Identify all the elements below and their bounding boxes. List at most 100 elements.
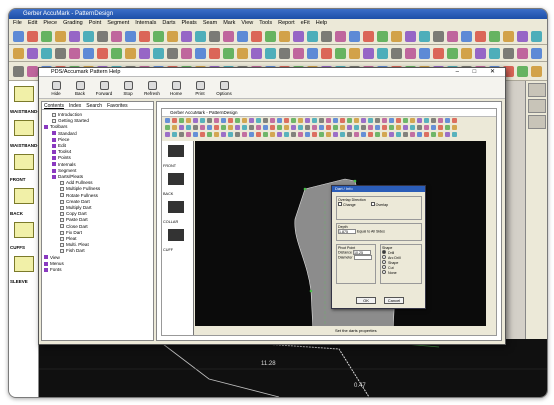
inner-toolbar-icon[interactable] xyxy=(410,132,415,137)
inner-toolbar-icon[interactable] xyxy=(263,125,268,130)
toolbar-icon[interactable] xyxy=(55,47,66,59)
inner-toolbar-icon[interactable] xyxy=(263,132,268,137)
inner-toolbar-icon[interactable] xyxy=(291,125,296,130)
toolbar-icon[interactable] xyxy=(503,47,514,59)
toolbar-icon[interactable] xyxy=(237,47,248,59)
toolbar-icon[interactable] xyxy=(293,47,304,59)
inner-toolbar-icon[interactable] xyxy=(172,125,177,130)
inner-toolbar-icon[interactable] xyxy=(179,118,184,123)
toolbar-icon[interactable] xyxy=(69,30,80,42)
menu-item[interactable]: Tools xyxy=(259,20,272,26)
refresh-button[interactable]: Refresh xyxy=(141,81,163,96)
inner-toolbar-icon[interactable] xyxy=(256,125,261,130)
toolbar-icon[interactable] xyxy=(69,47,80,59)
inner-toolbar-icon[interactable] xyxy=(319,118,324,123)
inner-toolbar-icon[interactable] xyxy=(284,125,289,130)
inner-toolbar-icon[interactable] xyxy=(305,125,310,130)
inner-toolbar-icon[interactable] xyxy=(410,125,415,130)
inner-toolbar-icon[interactable] xyxy=(396,125,401,130)
inner-toolbar-icon[interactable] xyxy=(452,132,457,137)
toolbar-icon[interactable] xyxy=(531,47,542,59)
toolbar-icon[interactable] xyxy=(111,30,122,42)
toolbar-icon[interactable] xyxy=(181,47,192,59)
inner-toolbar-icon[interactable] xyxy=(333,125,338,130)
depth-field[interactable]: 1.875 xyxy=(338,229,356,234)
piece-thumbnail[interactable]: BACK xyxy=(10,185,38,217)
inner-toolbar-icon[interactable] xyxy=(200,132,205,137)
inner-toolbar-icon[interactable] xyxy=(305,132,310,137)
toolbar-icon[interactable] xyxy=(83,47,94,59)
inner-toolbar-icon[interactable] xyxy=(249,132,254,137)
tab-contents[interactable]: Contents xyxy=(44,103,64,109)
toolbar-icon[interactable] xyxy=(223,47,234,59)
inner-toolbar-icon[interactable] xyxy=(298,118,303,123)
toolbar-icon[interactable] xyxy=(461,30,472,42)
toolbar-icon[interactable] xyxy=(503,30,514,42)
inner-toolbar-icon[interactable] xyxy=(424,125,429,130)
inner-toolbar-icon[interactable] xyxy=(270,125,275,130)
inner-toolbar-icon[interactable] xyxy=(354,118,359,123)
menu-item[interactable]: Grading xyxy=(63,20,83,26)
inner-toolbar-icon[interactable] xyxy=(368,118,373,123)
toolbar-icon[interactable] xyxy=(335,30,346,42)
inner-toolbar-icon[interactable] xyxy=(389,132,394,137)
toolbar-icon[interactable] xyxy=(13,47,24,59)
inner-toolbar-icon[interactable] xyxy=(221,132,226,137)
inner-toolbar-icon[interactable] xyxy=(361,132,366,137)
piece-thumbnail[interactable]: WAISTBAND-2 xyxy=(10,117,41,149)
tab-favorites[interactable]: Favorites xyxy=(107,103,128,109)
diameter-field[interactable] xyxy=(353,255,372,260)
inner-toolbar-icon[interactable] xyxy=(242,125,247,130)
toolbar-icon[interactable] xyxy=(153,30,164,42)
toolbar-icon[interactable] xyxy=(153,47,164,59)
toolbar-icon[interactable] xyxy=(237,30,248,42)
inner-toolbar-icon[interactable] xyxy=(340,132,345,137)
inner-toolbar-icon[interactable] xyxy=(382,118,387,123)
toolbar-icon[interactable] xyxy=(461,47,472,59)
toolbar-icon[interactable] xyxy=(335,47,346,59)
toolbar-icon[interactable] xyxy=(279,30,290,42)
inner-toolbar-icon[interactable] xyxy=(312,132,317,137)
toolbar-icon[interactable] xyxy=(195,47,206,59)
inner-toolbar-icon[interactable] xyxy=(382,132,387,137)
inner-toolbar-icon[interactable] xyxy=(242,118,247,123)
toolbar-icon[interactable] xyxy=(321,30,332,42)
inner-toolbar-icon[interactable] xyxy=(403,132,408,137)
inner-toolbar-icon[interactable] xyxy=(284,118,289,123)
inner-toolbar-icon[interactable] xyxy=(200,125,205,130)
inner-toolbar-icon[interactable] xyxy=(228,118,233,123)
inner-toolbar-icon[interactable] xyxy=(445,132,450,137)
toolbar-icon[interactable] xyxy=(349,30,360,42)
toolbar-icon[interactable] xyxy=(279,47,290,59)
inner-toolbar-icon[interactable] xyxy=(382,125,387,130)
inner-toolbar-icon[interactable] xyxy=(228,125,233,130)
inner-toolbar-icon[interactable] xyxy=(326,132,331,137)
inner-toolbar-icon[interactable] xyxy=(207,132,212,137)
inner-toolbar-icon[interactable] xyxy=(396,118,401,123)
inner-toolbar-icon[interactable] xyxy=(235,125,240,130)
toolbar-icon[interactable] xyxy=(293,30,304,42)
inner-toolbar-icon[interactable] xyxy=(452,118,457,123)
inner-toolbar-icon[interactable] xyxy=(340,118,345,123)
toolbar-icon[interactable] xyxy=(13,65,24,77)
toolbar-icon[interactable] xyxy=(405,30,416,42)
toolbar-icon[interactable] xyxy=(265,47,276,59)
inner-toolbar-icon[interactable] xyxy=(396,132,401,137)
toolbar-icon[interactable] xyxy=(223,30,234,42)
inner-toolbar-icon[interactable] xyxy=(277,118,282,123)
inner-toolbar-icon[interactable] xyxy=(431,125,436,130)
inner-toolbar-icon[interactable] xyxy=(193,118,198,123)
inner-toolbar-icon[interactable] xyxy=(179,125,184,130)
toolbar-icon[interactable] xyxy=(517,47,528,59)
toolbar-icon[interactable] xyxy=(475,30,486,42)
toolbar-icon[interactable] xyxy=(363,47,374,59)
back-button[interactable]: Back xyxy=(69,81,91,96)
inner-toolbar-icon[interactable] xyxy=(291,118,296,123)
menu-item[interactable]: Segment xyxy=(107,20,129,26)
inner-toolbar-icon[interactable] xyxy=(438,125,443,130)
toolbar-icon[interactable] xyxy=(307,47,318,59)
toolbar-icon[interactable] xyxy=(447,30,458,42)
inner-toolbar-icon[interactable] xyxy=(368,125,373,130)
toolbar-icon[interactable] xyxy=(377,30,388,42)
inner-toolbar-icon[interactable] xyxy=(207,118,212,123)
